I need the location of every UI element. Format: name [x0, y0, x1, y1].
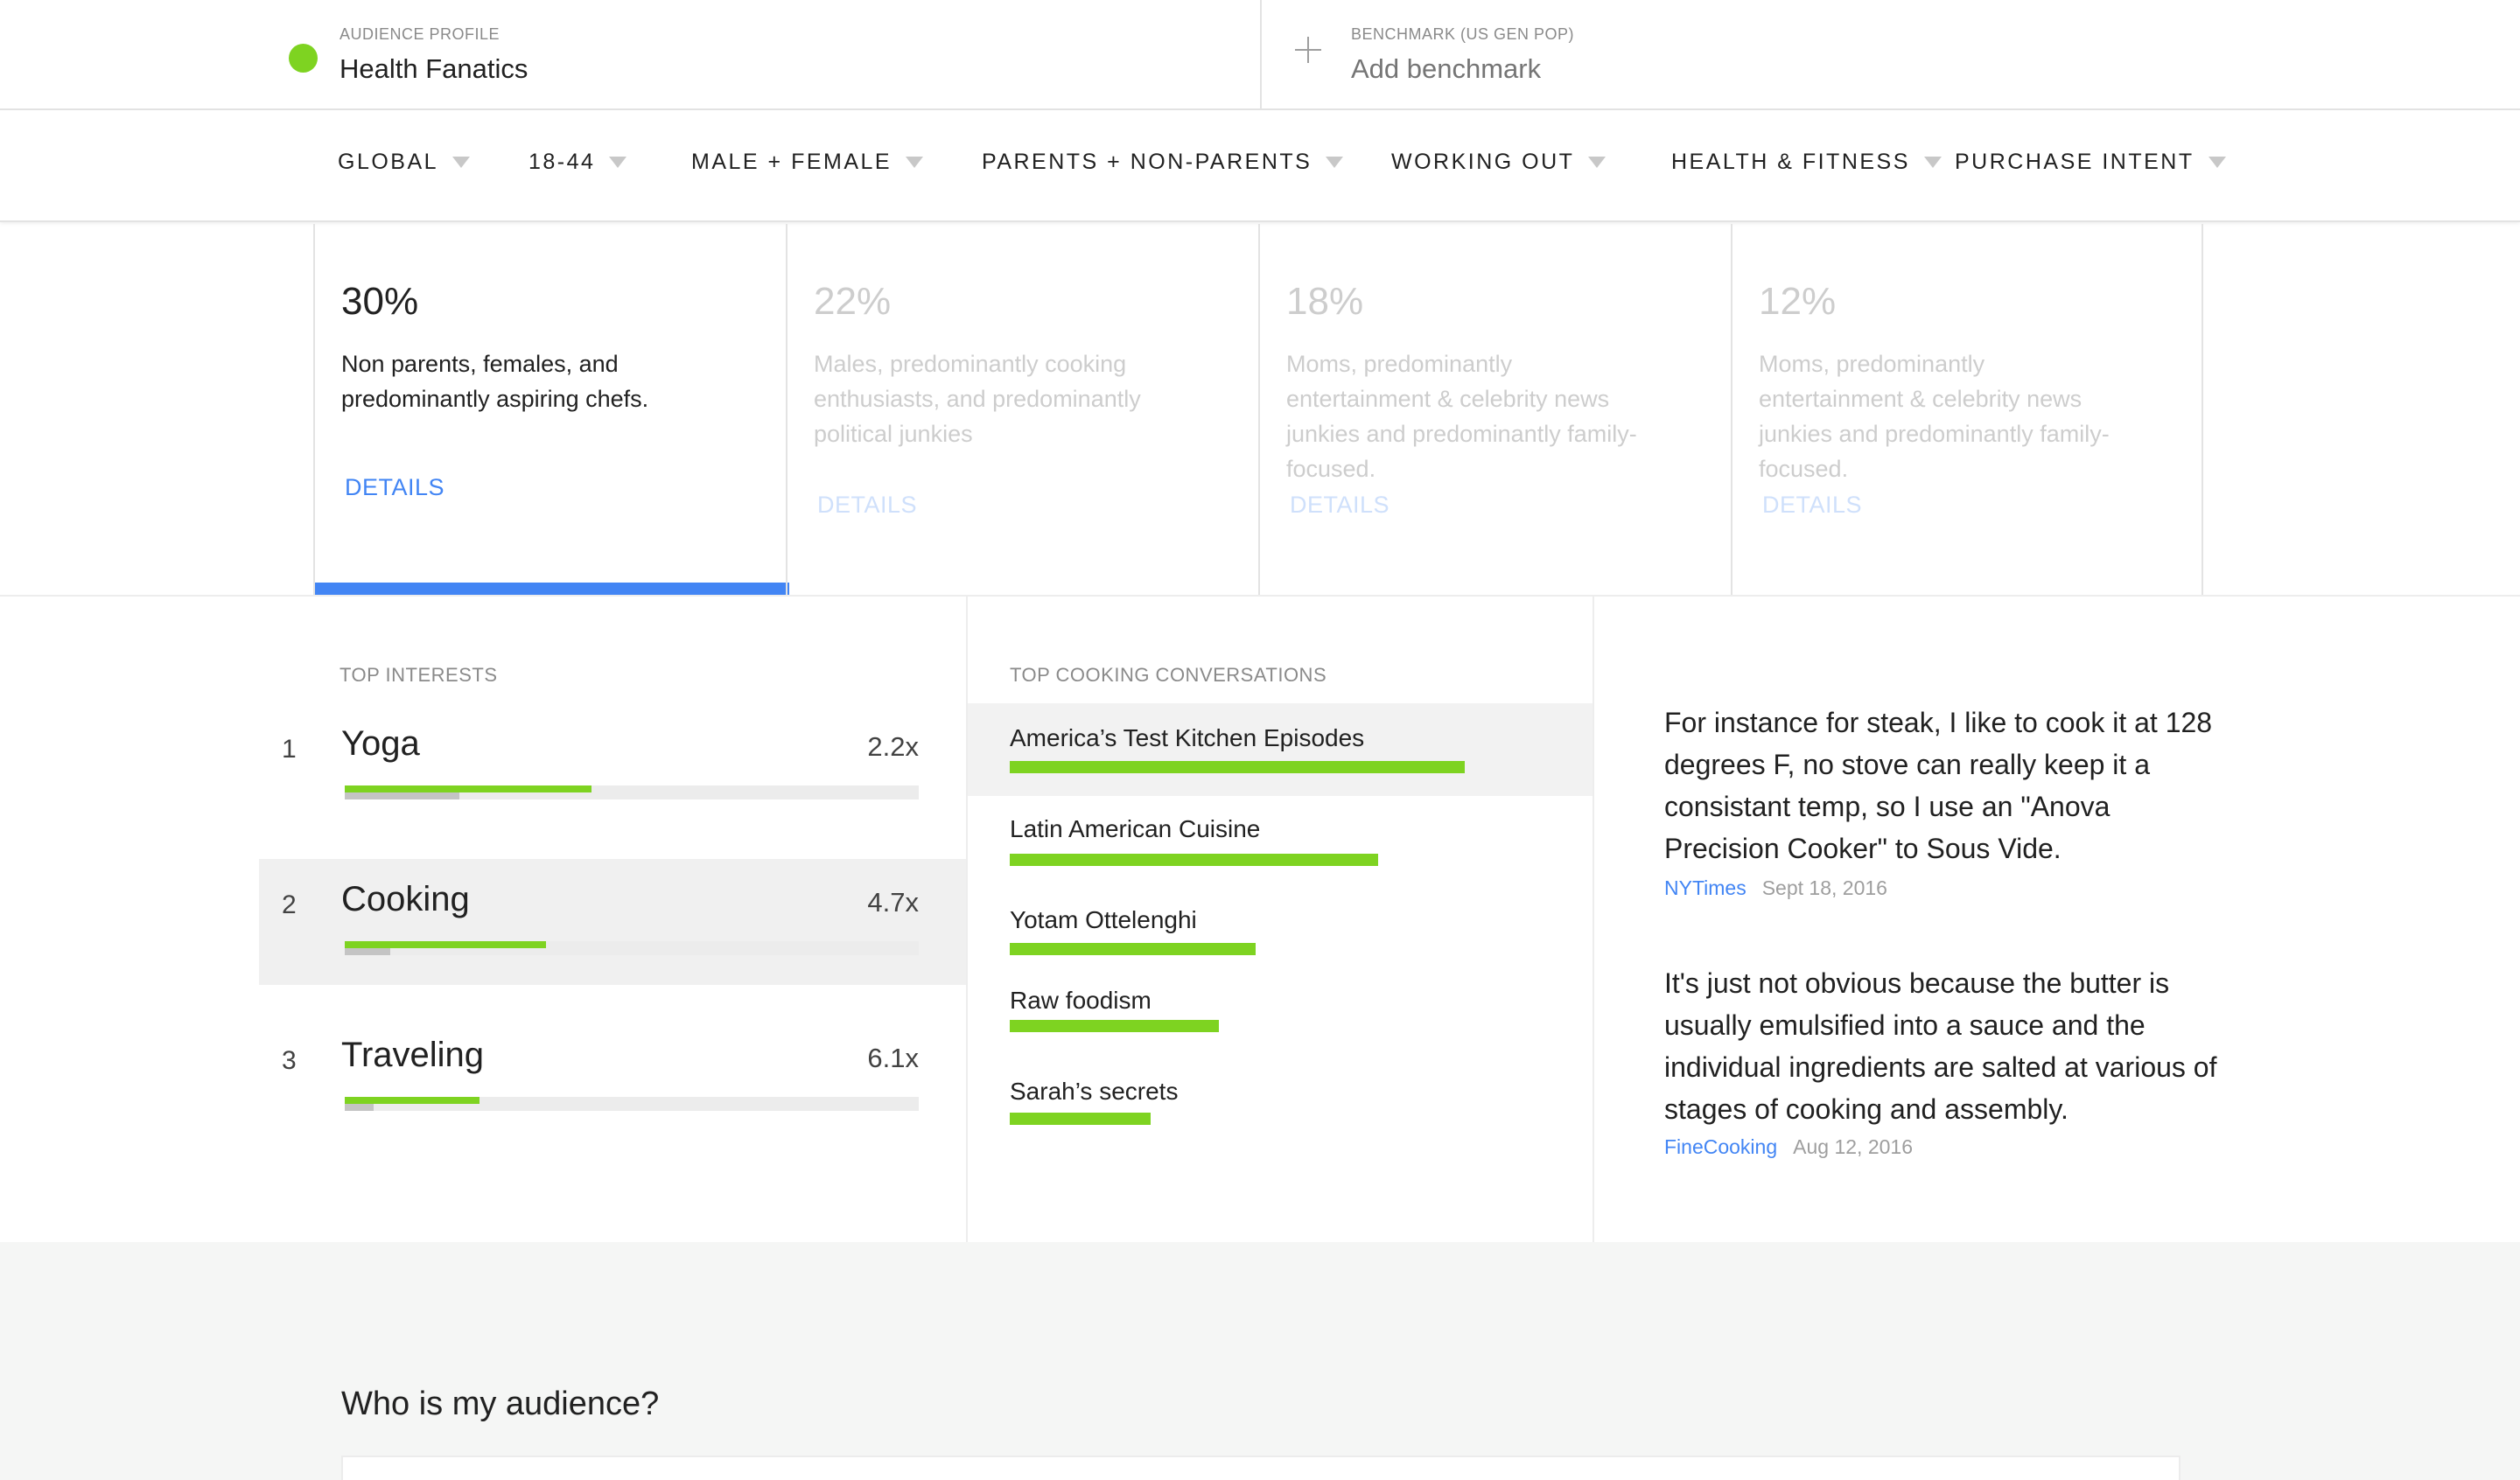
audience-color-dot — [289, 44, 318, 73]
segment-cards: 30% Non parents, females, and predominan… — [313, 224, 2205, 595]
interest-baseline-bar — [345, 948, 390, 955]
segment-details-link[interactable]: DETAILS — [345, 474, 444, 501]
audience-card — [341, 1456, 2180, 1480]
conversation-bar — [1010, 943, 1256, 955]
conversation-name: Latin American Cuisine — [1010, 815, 1261, 842]
filter-category[interactable]: HEALTH & FITNESS — [1671, 150, 1942, 175]
top-conversations-label: TOP COOKING CONVERSATIONS — [1010, 664, 1327, 686]
conversation-name: Sarah’s secrets — [1010, 1078, 1179, 1105]
interest-row[interactable]: 3 Traveling 6.1x — [259, 1015, 966, 1141]
interest-name: Traveling — [341, 1036, 485, 1074]
interest-bar-track — [345, 1097, 919, 1111]
section-heading: Who is my audience? — [341, 1386, 660, 1422]
section-divider — [0, 595, 2520, 597]
interest-index: 2.2x — [867, 731, 919, 762]
conversation-name: Yotam Ottelenghi — [1010, 906, 1197, 933]
interest-bar-track — [345, 941, 919, 955]
chevron-down-icon — [906, 157, 924, 168]
filter-category-label: HEALTH & FITNESS — [1671, 150, 1910, 174]
filter-intent-label: PURCHASE INTENT — [1955, 150, 2194, 174]
segment-description: Males, predominantly cooking enthusiasts… — [814, 351, 1141, 447]
conversation-bar — [1010, 1020, 1219, 1032]
segment-description: Non parents, females, and predominantly … — [341, 351, 649, 412]
interest-rank: 2 — [282, 890, 297, 919]
conversation-item[interactable]: America’s Test Kitchen Episodes — [968, 703, 1592, 796]
column-divider — [1592, 597, 1594, 1242]
filter-parental-status-label: PARENTS + NON-PARENTS — [982, 150, 1312, 174]
interest-row[interactable]: 2 Cooking 4.7x — [259, 859, 966, 985]
segment-description: Moms, predominantly entertainment & cele… — [1759, 351, 2110, 482]
chevron-down-icon — [1923, 157, 1942, 168]
quote-date: Sept 18, 2016 — [1761, 876, 1887, 899]
filter-bar: GLOBAL 18-44 MALE + FEMALE PARENTS + NON… — [0, 110, 2520, 222]
filter-region-label: GLOBAL — [338, 150, 439, 174]
quote-source-link[interactable]: NYTimes — [1664, 876, 1746, 899]
conversation-bar — [1010, 761, 1465, 773]
segment-card[interactable]: 22% Males, predominantly cooking enthusi… — [786, 224, 1258, 595]
filter-region[interactable]: GLOBAL — [338, 150, 471, 175]
conversation-item[interactable]: Raw foodism — [968, 976, 1592, 1060]
quote-source-link[interactable]: FineCooking — [1664, 1135, 1777, 1158]
conversation-bar — [1010, 1113, 1151, 1125]
segment-percent: 30% — [341, 280, 419, 323]
quote-meta: NYTimes Sept 18, 2016 — [1664, 876, 1887, 900]
segment-percent: 22% — [814, 280, 892, 323]
top-interests-label: TOP INTERESTS — [340, 664, 498, 686]
interest-index: 6.1x — [867, 1043, 919, 1073]
chevron-down-icon — [2208, 157, 2226, 168]
conversation-name: America’s Test Kitchen Episodes — [1010, 724, 1365, 751]
quote-meta: FineCooking Aug 12, 2016 — [1664, 1135, 1913, 1159]
interest-baseline-bar — [345, 1104, 374, 1111]
segment-description: Moms, predominantly entertainment & cele… — [1286, 351, 1637, 482]
quote-text: It's just not obvious because the butter… — [1664, 967, 2217, 1125]
segment-details-link[interactable]: DETAILS — [1290, 492, 1390, 519]
conversation-name: Raw foodism — [1010, 987, 1152, 1014]
audience-profile-label: AUDIENCE PROFILE — [340, 25, 500, 43]
interest-rank: 1 — [282, 735, 297, 764]
interest-bar-track — [345, 785, 919, 799]
segment-percent: 12% — [1759, 280, 1837, 323]
conversation-item[interactable]: Sarah’s secrets — [968, 1060, 1592, 1148]
interest-name: Cooking — [341, 880, 470, 918]
filter-parental-status[interactable]: PARENTS + NON-PARENTS — [982, 150, 1344, 175]
segment-details-link[interactable]: DETAILS — [817, 492, 917, 519]
filter-gender[interactable]: MALE + FEMALE — [691, 150, 924, 175]
filter-activity[interactable]: WORKING OUT — [1391, 150, 1606, 175]
add-benchmark-button[interactable]: Add benchmark — [1351, 53, 1541, 85]
quote-text: For instance for steak, I like to cook i… — [1664, 707, 2213, 864]
interest-row[interactable]: 1 Yoga 2.2x — [259, 703, 966, 829]
benchmark-label: BENCHMARK (US GEN POP) — [1351, 25, 1575, 43]
add-benchmark-plus-icon[interactable] — [1293, 35, 1323, 65]
app-header: AUDIENCE PROFILE Health Fanatics BENCHMA… — [0, 0, 2520, 110]
interest-audience-bar — [345, 785, 592, 792]
filter-age-label: 18-44 — [528, 150, 596, 174]
interest-audience-bar — [345, 1097, 480, 1104]
segment-percent: 18% — [1286, 280, 1364, 323]
filter-gender-label: MALE + FEMALE — [691, 150, 892, 174]
segment-card[interactable]: 12% Moms, predominantly entertainment & … — [1731, 224, 2203, 595]
header-divider — [1260, 0, 1262, 110]
conversation-bar — [1010, 854, 1378, 866]
chevron-down-icon — [1588, 157, 1606, 168]
filter-age[interactable]: 18-44 — [528, 150, 627, 175]
audience-section: Who is my audience? — [0, 1242, 2520, 1480]
audience-profile-title[interactable]: Health Fanatics — [340, 53, 528, 85]
segment-card[interactable]: 18% Moms, predominantly entertainment & … — [1258, 224, 1731, 595]
segment-details-link[interactable]: DETAILS — [1762, 492, 1862, 519]
segment-card[interactable]: 30% Non parents, females, and predominan… — [313, 224, 789, 595]
interest-index: 4.7x — [867, 887, 919, 918]
chevron-down-icon — [1326, 157, 1344, 168]
conversation-item[interactable]: Yotam Ottelenghi — [968, 887, 1592, 976]
conversation-item[interactable]: Latin American Cuisine — [968, 796, 1592, 887]
segment-selected-indicator — [315, 583, 789, 595]
chevron-down-icon — [452, 157, 471, 168]
interest-name: Yoga — [341, 724, 420, 763]
interest-baseline-bar — [345, 792, 459, 799]
interest-rank: 3 — [282, 1046, 297, 1075]
quote-date: Aug 12, 2016 — [1793, 1135, 1913, 1158]
filter-intent[interactable]: PURCHASE INTENT — [1955, 150, 2226, 175]
filter-activity-label: WORKING OUT — [1391, 150, 1575, 174]
chevron-down-icon — [609, 157, 627, 168]
interest-audience-bar — [345, 941, 546, 948]
